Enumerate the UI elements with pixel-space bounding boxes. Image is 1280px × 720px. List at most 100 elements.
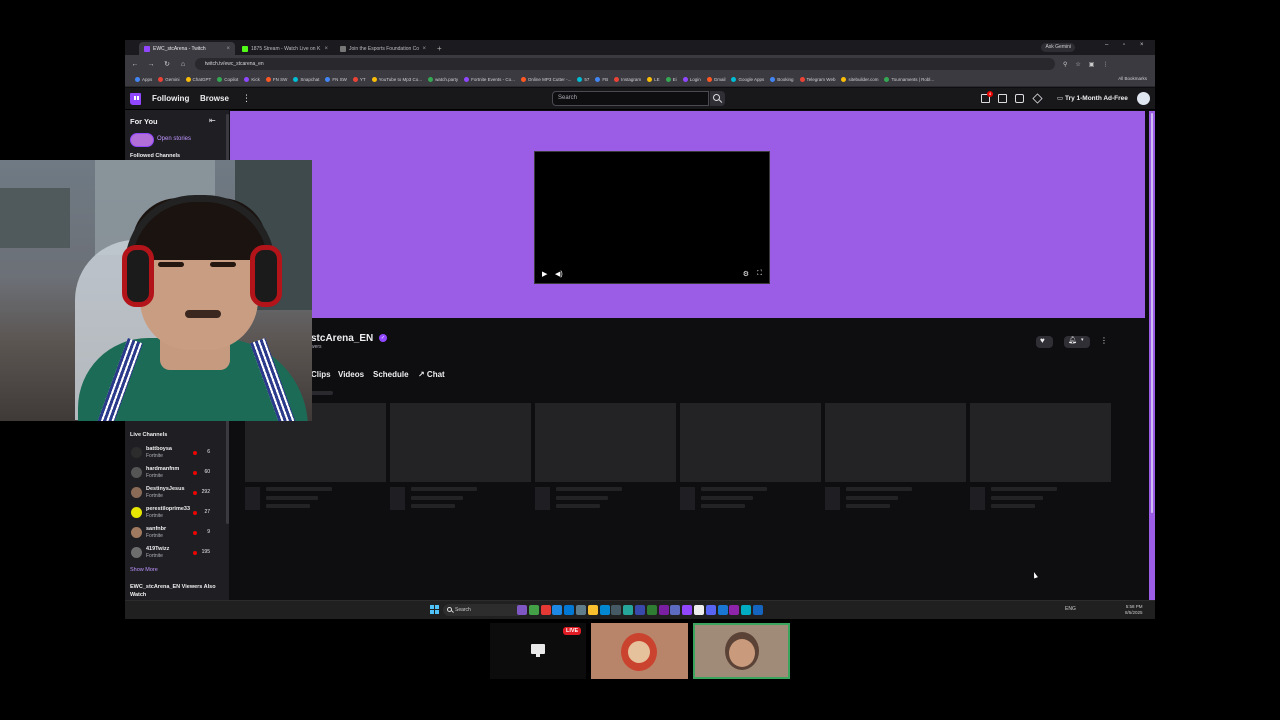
browser-tab-1[interactable]: EWC_stcArena - Twitch ×	[139, 42, 235, 55]
tab-schedule[interactable]: Schedule	[373, 370, 409, 379]
close-tab-icon[interactable]: ×	[226, 46, 230, 52]
tab-clips[interactable]: Clips	[311, 370, 331, 379]
volume-icon[interactable]: ◀)	[555, 270, 563, 278]
system-tray-language[interactable]: ENG	[1065, 606, 1076, 612]
bits-icon[interactable]	[1032, 93, 1043, 104]
bookmark-item[interactable]: Gmail	[706, 77, 725, 82]
live-channel-row[interactable]: DestinysJesus Fortnite 292	[130, 485, 222, 503]
live-channel-row[interactable]: sanfnbr Fortnite 9	[130, 525, 222, 543]
collapse-sidebar-icon[interactable]: ⇤	[209, 116, 216, 125]
bookmark-item[interactable]: YouTube to Mp3 Co...	[371, 77, 422, 82]
bookmark-item[interactable]: Gemini	[158, 77, 180, 82]
page-scrollbar[interactable]	[1149, 111, 1155, 600]
bookmark-item[interactable]: Online MP3 Cutter -...	[520, 77, 571, 82]
nav-browse[interactable]: Browse	[200, 94, 229, 103]
taskbar-app-icon[interactable]	[576, 605, 586, 615]
video-player[interactable]: ▶ ◀) ⚙ ⛶	[534, 151, 770, 284]
bookmark-item[interactable]: FB	[595, 77, 608, 82]
search-button[interactable]	[710, 91, 725, 106]
bookmark-item[interactable]: Google Apps	[731, 77, 764, 82]
bookmark-item[interactable]: Telegram Web	[799, 77, 835, 82]
bookmark-star-icon[interactable]: ☆	[1075, 61, 1080, 68]
bookmark-item[interactable]: Booking	[770, 77, 794, 82]
bookmark-item[interactable]: FN SW	[325, 77, 347, 82]
fullscreen-icon[interactable]: ⛶	[757, 270, 762, 278]
taskbar-app-icon[interactable]	[658, 605, 669, 615]
twitch-logo-icon[interactable]	[130, 93, 141, 105]
taskbar-app-icon[interactable]	[552, 605, 563, 615]
tab-chat[interactable]: ↗ Chat	[418, 370, 445, 379]
bookmark-item[interactable]: FN SW	[265, 77, 287, 82]
search-input[interactable]: Search	[552, 91, 709, 106]
show-more-link[interactable]: Show More	[130, 567, 158, 573]
taskbar-app-icon[interactable]	[564, 605, 575, 615]
bookmark-item[interactable]: Ei	[665, 77, 677, 82]
taskbar-search[interactable]: Search	[443, 604, 523, 616]
browser-menu-icon[interactable]: ⋮	[1102, 61, 1108, 68]
taskbar-app-icon[interactable]	[528, 605, 539, 615]
address-bar-input[interactable]: twitch.tv/ewc_stcarena_en	[195, 58, 1055, 70]
taskbar-app-icon[interactable]	[635, 605, 645, 615]
channel-more-icon[interactable]: ⋮	[1100, 336, 1108, 345]
screen-share-tile[interactable]: LIVE	[490, 623, 586, 679]
notifications-bell-button[interactable]: 🔔︎ ▾	[1064, 336, 1090, 348]
taskbar-app-icon[interactable]	[682, 605, 693, 615]
participant-tile-1[interactable]	[591, 623, 688, 679]
open-stories-link[interactable]: Open stories	[157, 136, 191, 142]
user-avatar[interactable]	[1137, 92, 1150, 105]
bookmark-item[interactable]: Apps	[135, 77, 152, 82]
stories-avatar[interactable]	[130, 133, 154, 147]
participant-tile-2[interactable]	[693, 623, 790, 679]
taskbar-clock[interactable]: 5:58 PM 8/5/2025	[1125, 604, 1143, 616]
bookmark-item[interactable]: Instagram	[614, 77, 641, 82]
more-options-icon[interactable]: ⋮	[242, 93, 251, 104]
forward-icon[interactable]: →	[147, 61, 155, 68]
taskbar-app-icon[interactable]	[587, 605, 598, 615]
browser-tab-2[interactable]: 1875 Stream - Watch Live on K ×	[237, 42, 333, 55]
bookmark-item[interactable]: 57	[577, 77, 589, 82]
taskbar-app-icon[interactable]	[753, 605, 763, 615]
bookmark-item[interactable]: Tournaments | Robl...	[884, 77, 934, 82]
taskbar-app-icon[interactable]	[670, 605, 681, 615]
whispers-icon[interactable]	[1015, 94, 1024, 103]
ad-free-button[interactable]: ▭ Try 1-Month Ad-Free	[1053, 93, 1132, 105]
channel-name[interactable]: stcArena_EN	[311, 333, 373, 344]
close-tab-icon[interactable]: ×	[422, 46, 426, 52]
taskbar-app-icon[interactable]	[517, 605, 527, 615]
taskbar-app-icon[interactable]	[694, 605, 704, 615]
windows-start-icon[interactable]	[430, 605, 439, 614]
close-window-icon[interactable]: ×	[1140, 42, 1144, 48]
all-bookmarks-link[interactable]: All Bookmarks	[1118, 76, 1147, 81]
bookmark-item[interactable]: LE	[647, 77, 660, 82]
bookmark-item[interactable]: Fortnite Events - Co...	[464, 77, 515, 82]
taskbar-app-icon[interactable]	[540, 605, 551, 615]
bookmark-item[interactable]: Login	[682, 77, 701, 82]
zoom-icon[interactable]: ⚲	[1063, 61, 1067, 68]
maximize-icon[interactable]: ▫	[1123, 42, 1125, 48]
minimize-icon[interactable]: –	[1105, 42, 1108, 48]
bookmark-item[interactable]: watch.party	[428, 77, 458, 82]
live-channel-row[interactable]: perestiloprime33 Fortnite 27	[130, 505, 222, 523]
bookmark-item[interactable]: YT	[352, 77, 366, 82]
taskbar-app-icon[interactable]	[611, 605, 622, 615]
taskbar-app-icon[interactable]	[623, 605, 634, 615]
tab-videos[interactable]: Videos	[338, 370, 364, 379]
bookmark-item[interactable]: ChatGPT	[185, 77, 211, 82]
live-channel-row[interactable]: battboysa Fortnite 6	[130, 445, 222, 463]
taskbar-app-icon[interactable]	[599, 605, 610, 615]
browser-tab-3[interactable]: Join the Esports Foundation Co ×	[335, 42, 431, 55]
settings-gear-icon[interactable]: ⚙	[743, 270, 749, 278]
home-icon[interactable]: ⌂	[179, 61, 187, 68]
ask-gemini-button[interactable]: Ask Gemini	[1041, 43, 1075, 52]
nav-following[interactable]: Following	[152, 94, 189, 103]
taskbar-app-icon[interactable]	[717, 605, 728, 615]
bookmark-item[interactable]: Kick	[244, 77, 260, 82]
taskbar-app-icon[interactable]	[705, 605, 716, 615]
new-tab-button[interactable]: +	[437, 42, 442, 55]
follow-button[interactable]: ♥	[1036, 336, 1053, 348]
play-icon[interactable]: ▶	[542, 270, 547, 278]
live-channel-row[interactable]: hardmanfnm Fortnite 60	[130, 465, 222, 483]
inbox-icon[interactable]	[998, 94, 1007, 103]
taskbar-app-icon[interactable]	[729, 605, 740, 615]
live-channel-row[interactable]: 419Twizz Fortnite 195	[130, 545, 222, 563]
